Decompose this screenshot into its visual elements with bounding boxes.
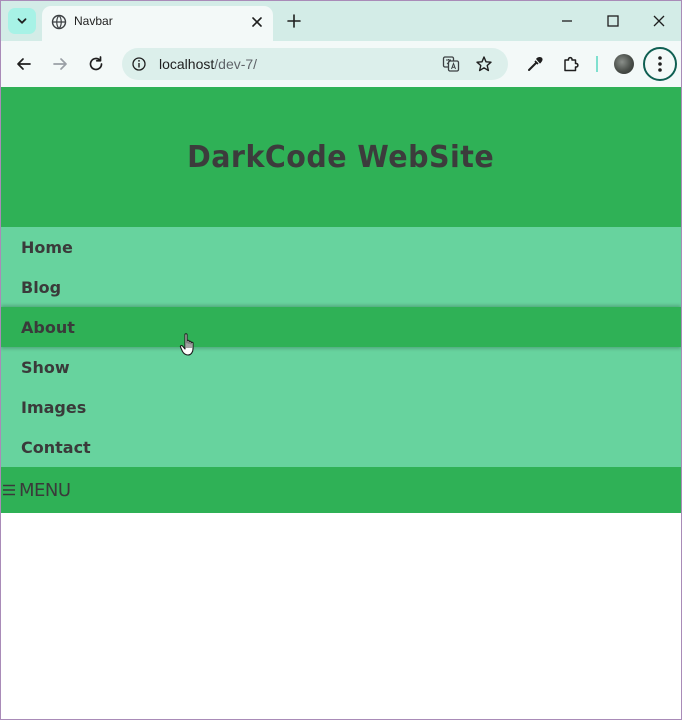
extensions-icon[interactable] bbox=[561, 54, 581, 74]
site-title: DarkCode WebSite bbox=[187, 139, 495, 175]
url-text[interactable]: localhost/dev-7/ bbox=[159, 56, 257, 72]
close-icon[interactable] bbox=[250, 15, 264, 29]
address-bar[interactable]: localhost/dev-7/ bbox=[122, 48, 508, 80]
browser-menu-button[interactable] bbox=[643, 47, 677, 81]
nav-item-images[interactable]: Images bbox=[1, 387, 681, 427]
nav-item-blog[interactable]: Blog bbox=[1, 267, 681, 307]
eyedropper-icon[interactable] bbox=[525, 54, 545, 74]
star-icon[interactable] bbox=[475, 55, 493, 73]
kebab-menu-icon bbox=[658, 56, 662, 72]
nav-item-about[interactable]: About bbox=[1, 307, 681, 347]
browser-toolbar: localhost/dev-7/ bbox=[1, 41, 681, 87]
hand-cursor-icon bbox=[179, 333, 194, 356]
nav-item-show[interactable]: Show bbox=[1, 347, 681, 387]
minimize-icon[interactable] bbox=[559, 13, 575, 29]
menu-label: MENU bbox=[19, 479, 71, 501]
site-nav: Home Blog About Show Images Contact bbox=[1, 227, 681, 467]
tab-search-button[interactable] bbox=[8, 8, 36, 34]
nav-item-home[interactable]: Home bbox=[1, 227, 681, 267]
plus-icon[interactable] bbox=[285, 12, 303, 30]
web-page: DarkCode WebSite Home Blog About Show Im… bbox=[1, 87, 681, 719]
profile-avatar[interactable] bbox=[614, 54, 634, 74]
nav-item-contact[interactable]: Contact bbox=[1, 427, 681, 467]
translate-icon[interactable] bbox=[442, 55, 460, 73]
close-window-icon[interactable] bbox=[651, 13, 667, 29]
reload-icon[interactable] bbox=[86, 54, 106, 74]
url-path: /dev-7/ bbox=[214, 56, 258, 72]
globe-icon bbox=[51, 14, 67, 30]
hamburger-icon bbox=[3, 484, 15, 496]
site-header: DarkCode WebSite bbox=[1, 87, 681, 227]
chevron-down-icon bbox=[17, 18, 27, 24]
menu-toggle[interactable]: MENU bbox=[1, 467, 681, 513]
tab-title: Navbar bbox=[74, 14, 113, 28]
back-icon[interactable] bbox=[14, 54, 34, 74]
info-icon[interactable] bbox=[132, 57, 146, 71]
tab-strip: Navbar bbox=[1, 1, 681, 41]
toolbar-separator bbox=[596, 56, 598, 72]
maximize-icon[interactable] bbox=[605, 13, 621, 29]
url-host: localhost bbox=[159, 56, 215, 72]
browser-window: Navbar localhost/dev-7/ DarkCode WebSite… bbox=[0, 0, 682, 720]
browser-tab[interactable]: Navbar bbox=[42, 6, 273, 41]
forward-icon[interactable] bbox=[50, 54, 70, 74]
